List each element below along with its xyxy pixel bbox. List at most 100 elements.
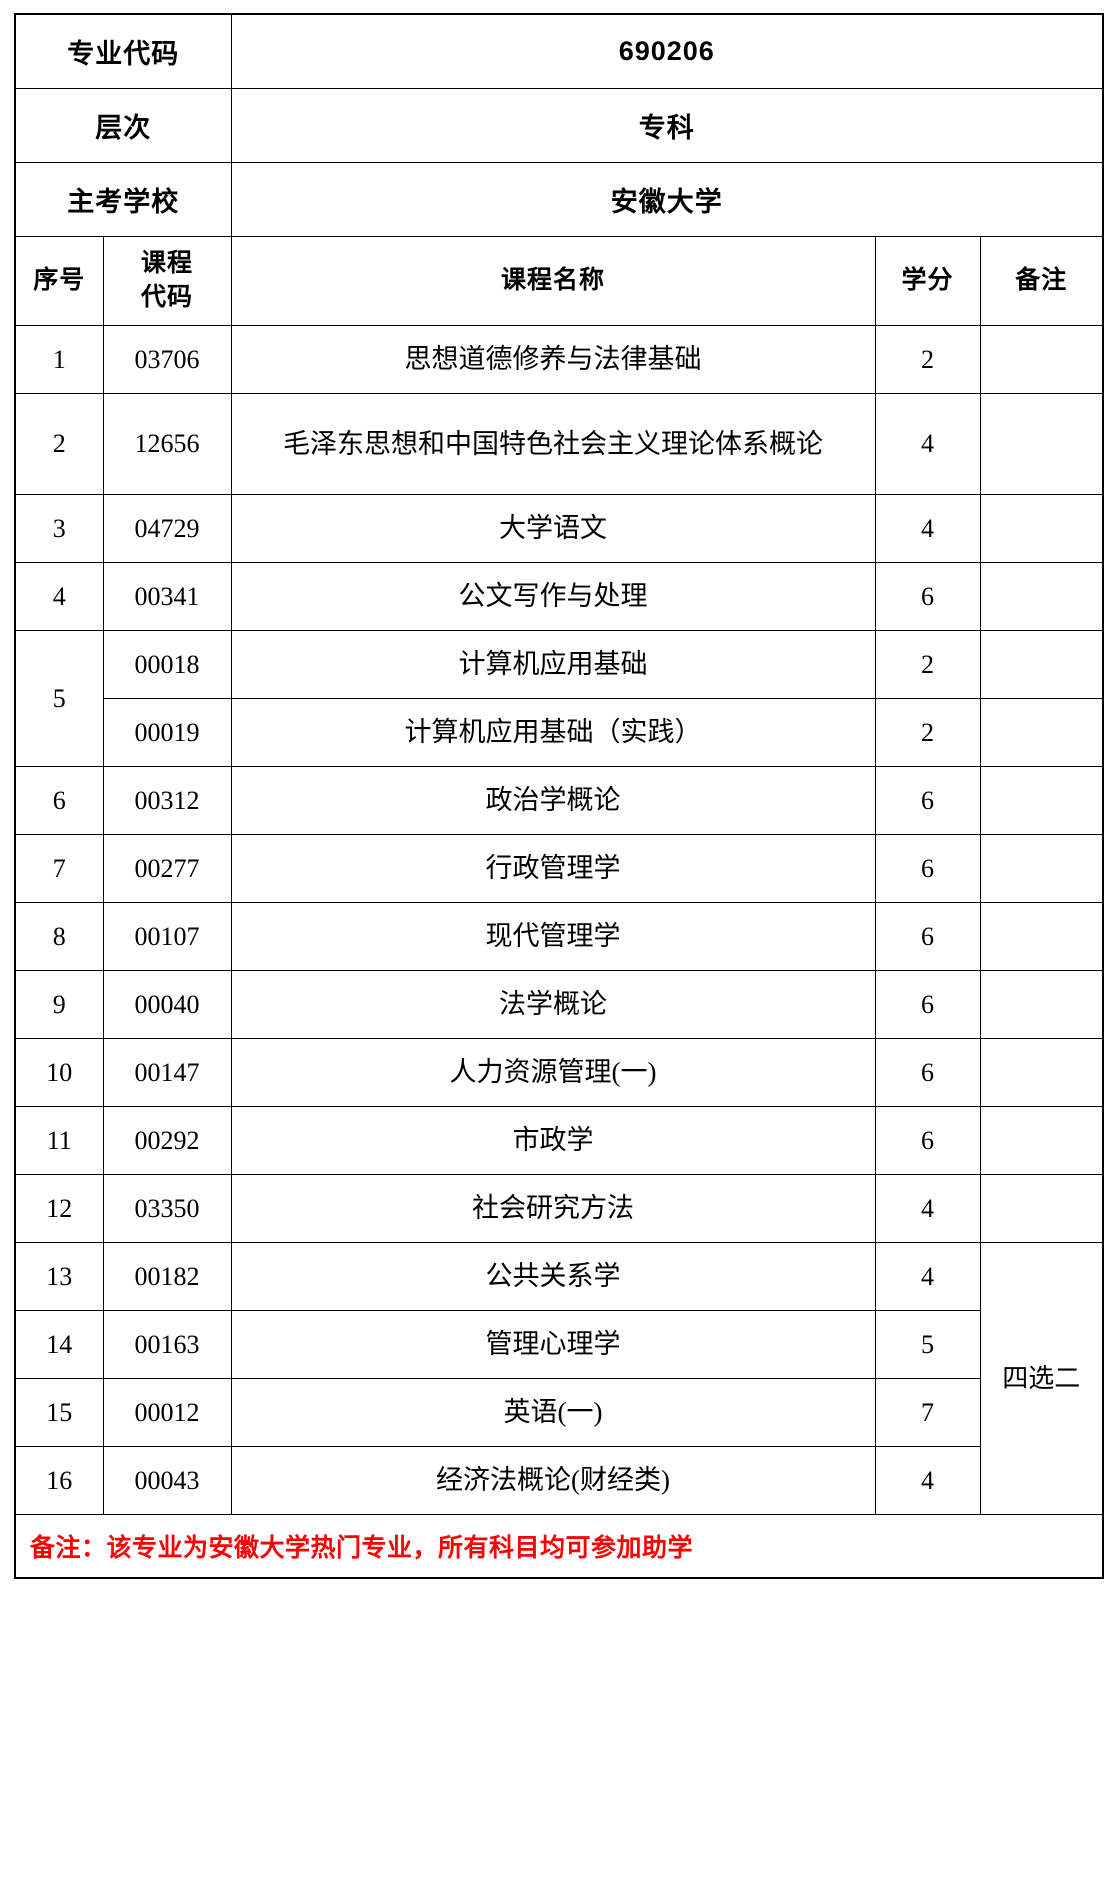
cell-course-name: 人力资源管理(一) bbox=[230, 1038, 876, 1107]
cell-course-name: 大学语文 bbox=[230, 494, 876, 563]
cell-seq: 8 bbox=[14, 902, 104, 971]
cell-seq: 6 bbox=[14, 766, 104, 835]
cell-course-code: 00147 bbox=[102, 1038, 232, 1107]
cell-credit: 4 bbox=[874, 1242, 981, 1311]
cell-seq: 16 bbox=[14, 1446, 104, 1515]
cell-course-name: 毛泽东思想和中国特色社会主义理论体系概论 bbox=[230, 393, 876, 495]
info-value-level: 专科 bbox=[230, 88, 1104, 163]
cell-remark bbox=[979, 325, 1104, 394]
table-header-row: 序号 课程 代码 课程名称 学分 备注 bbox=[14, 236, 1104, 326]
cell-seq: 1 bbox=[14, 325, 104, 394]
table-row: 15 00012 英语(一) 7 bbox=[14, 1378, 1103, 1447]
cell-seq: 2 bbox=[14, 393, 104, 495]
cell-credit: 6 bbox=[874, 834, 981, 903]
cell-remark bbox=[979, 1106, 1104, 1175]
cell-course-code: 00292 bbox=[102, 1106, 232, 1175]
info-row-level: 层次 专科 bbox=[14, 88, 1104, 163]
cell-credit: 4 bbox=[874, 393, 981, 495]
column-header-course-code: 课程 代码 bbox=[102, 236, 232, 326]
cell-seq: 9 bbox=[14, 970, 104, 1039]
cell-course-name: 计算机应用基础 bbox=[230, 630, 876, 699]
cell-course-name: 公文写作与处理 bbox=[230, 562, 876, 631]
cell-credit: 6 bbox=[874, 902, 981, 971]
cell-course-code: 00107 bbox=[102, 902, 232, 971]
table-row: 4 00341 公文写作与处理 6 bbox=[14, 562, 1104, 631]
cell-credit: 6 bbox=[874, 970, 981, 1039]
cell-remark bbox=[979, 1174, 1104, 1243]
cell-course-code: 00040 bbox=[102, 970, 232, 1039]
cell-remark bbox=[979, 393, 1104, 495]
cell-course-name: 市政学 bbox=[230, 1106, 876, 1175]
cell-course-code: 03350 bbox=[102, 1174, 232, 1243]
cell-course-name: 政治学概论 bbox=[230, 766, 876, 835]
cell-credit: 4 bbox=[874, 494, 981, 563]
cell-remark bbox=[979, 970, 1104, 1039]
cell-seq-merged: 5 bbox=[14, 630, 104, 767]
cell-seq: 11 bbox=[14, 1106, 104, 1175]
table-row: 12 03350 社会研究方法 4 bbox=[14, 1174, 1104, 1243]
info-label-major-code: 专业代码 bbox=[14, 13, 232, 89]
cell-credit: 6 bbox=[874, 766, 981, 835]
cell-credit: 4 bbox=[874, 1446, 981, 1515]
document-page: 专业代码 690206 层次 专科 主考学校 安徽大学 序号 课程 代码 课程名… bbox=[0, 0, 1116, 1888]
column-header-remark: 备注 bbox=[979, 236, 1104, 326]
cell-seq: 14 bbox=[14, 1310, 104, 1379]
info-label-host-school: 主考学校 bbox=[14, 162, 232, 237]
info-row-host-school: 主考学校 安徽大学 bbox=[14, 162, 1104, 237]
footnote-row: 备注：该专业为安徽大学热门专业，所有科目均可参加助学 bbox=[14, 1514, 1104, 1579]
cell-course-name: 英语(一) bbox=[230, 1378, 876, 1447]
cell-remark bbox=[979, 630, 1104, 699]
table-row: 16 00043 经济法概论(财经类) 4 bbox=[14, 1446, 1103, 1515]
table-row: 9 00040 法学概论 6 bbox=[14, 970, 1104, 1039]
cell-remark bbox=[979, 494, 1104, 563]
cell-remark bbox=[979, 562, 1104, 631]
cell-remark bbox=[979, 1038, 1104, 1107]
cell-credit: 6 bbox=[874, 562, 981, 631]
cell-course-name: 社会研究方法 bbox=[230, 1174, 876, 1243]
cell-remark bbox=[979, 698, 1104, 767]
cell-course-name: 经济法概论(财经类) bbox=[230, 1446, 876, 1515]
info-value-host-school: 安徽大学 bbox=[230, 162, 1104, 237]
cell-course-name: 法学概论 bbox=[230, 970, 876, 1039]
cell-course-name: 行政管理学 bbox=[230, 834, 876, 903]
table-row: 1 03706 思想道德修养与法律基础 2 bbox=[14, 325, 1104, 394]
cell-course-code: 00341 bbox=[102, 562, 232, 631]
table-row: 3 04729 大学语文 4 bbox=[14, 494, 1104, 563]
info-label-level: 层次 bbox=[14, 88, 232, 163]
table-row: 5 00018 计算机应用基础 2 bbox=[14, 630, 1104, 767]
table-row: 10 00147 人力资源管理(一) 6 bbox=[14, 1038, 1104, 1107]
cell-credit: 6 bbox=[874, 1106, 981, 1175]
cell-course-code: 00277 bbox=[102, 834, 232, 903]
table-row: 8 00107 现代管理学 6 bbox=[14, 902, 1104, 971]
cell-remark bbox=[979, 902, 1104, 971]
cell-credit: 2 bbox=[874, 325, 981, 394]
cell-seq: 3 bbox=[14, 494, 104, 563]
table-row: 7 00277 行政管理学 6 bbox=[14, 834, 1104, 903]
column-header-credit: 学分 bbox=[874, 236, 981, 326]
cell-credit: 6 bbox=[874, 1038, 981, 1107]
cell-course-code: 00182 bbox=[102, 1242, 232, 1311]
info-value-major-code: 690206 bbox=[230, 13, 1104, 89]
course-plan-table: 专业代码 690206 层次 专科 主考学校 安徽大学 序号 课程 代码 课程名… bbox=[14, 13, 1105, 1579]
cell-course-code: 12656 bbox=[102, 393, 232, 495]
cell-course-name: 公共关系学 bbox=[230, 1242, 876, 1311]
cell-course-code: 00312 bbox=[102, 766, 232, 835]
cell-seq: 12 bbox=[14, 1174, 104, 1243]
cell-course-code: 00019 bbox=[102, 698, 232, 767]
column-header-course-name: 课程名称 bbox=[230, 236, 876, 326]
cell-course-code: 03706 bbox=[102, 325, 232, 394]
column-header-course-code-line2: 代码 bbox=[140, 283, 193, 311]
table-row: 6 00312 政治学概论 6 bbox=[14, 766, 1104, 835]
table-row: 11 00292 市政学 6 bbox=[14, 1106, 1104, 1175]
column-header-seq: 序号 bbox=[14, 236, 104, 326]
cell-course-code: 00012 bbox=[102, 1378, 232, 1447]
cell-course-name: 计算机应用基础（实践） bbox=[230, 698, 876, 767]
table-row: 00019 计算机应用基础（实践） 2 bbox=[15, 698, 1104, 767]
cell-seq: 7 bbox=[14, 834, 104, 903]
cell-remark bbox=[979, 834, 1104, 903]
footnote-text: 备注：该专业为安徽大学热门专业，所有科目均可参加助学 bbox=[14, 1514, 1104, 1579]
cell-course-name: 思想道德修养与法律基础 bbox=[230, 325, 876, 394]
cell-credit: 5 bbox=[874, 1310, 981, 1379]
info-row-major-code: 专业代码 690206 bbox=[14, 13, 1104, 89]
cell-seq: 15 bbox=[14, 1378, 104, 1447]
